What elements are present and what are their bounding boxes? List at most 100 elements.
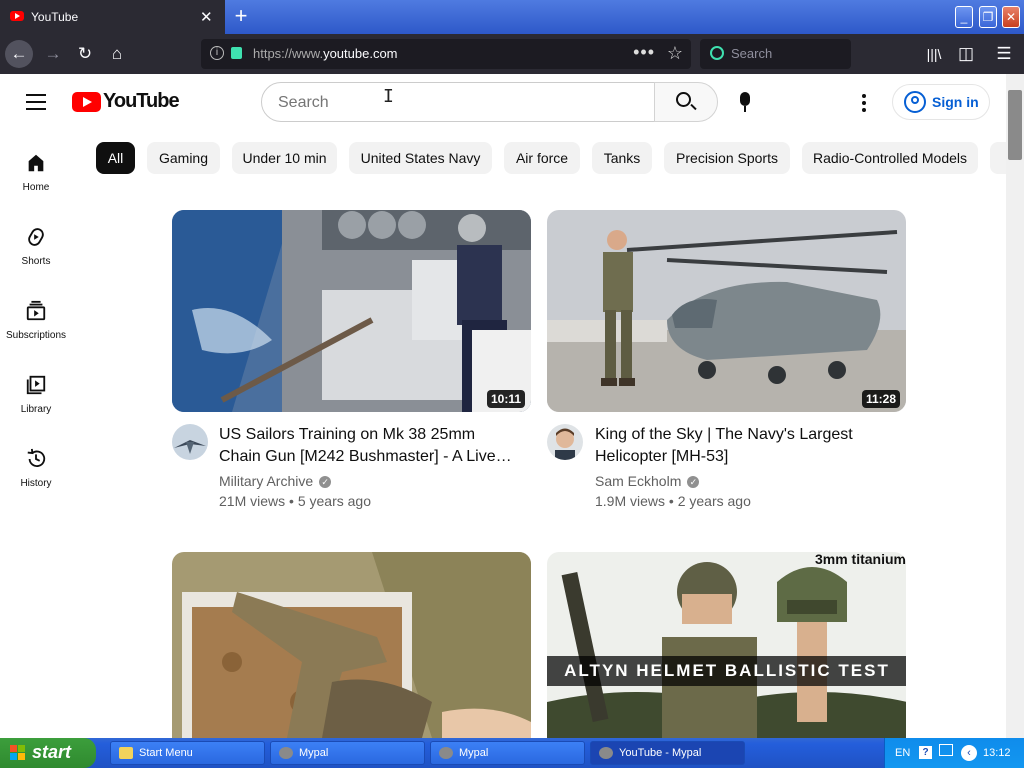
chip-all[interactable]: All [96,142,135,174]
sidebar-item-label: History [20,478,52,489]
chip-more[interactable] [990,142,1006,174]
video-thumbnail[interactable]: 10:11 [172,210,531,412]
bookmark-star-icon[interactable]: ☆ [667,43,683,64]
start-button[interactable]: start [0,738,96,768]
taskbar-button-start-menu[interactable]: Start Menu [110,741,265,765]
display-icon[interactable] [939,744,953,756]
video-thumbnail[interactable]: 11:28 [547,210,906,412]
reload-button[interactable]: ↻ [71,40,99,68]
video-thumbnail-image [172,552,531,738]
chip-under-10-min[interactable]: Under 10 min [232,142,337,174]
thumbnail-overlay-text: ALTYN HELMET BALLISTIC TEST [547,656,906,686]
channel-avatar-image [172,424,208,460]
restore-button[interactable]: ❐ [979,6,997,28]
video-title[interactable]: US Sailors Training on Mk 38 25mm Chain … [219,424,519,468]
history-icon [27,448,46,468]
page-actions-icon[interactable]: ••• [633,42,655,63]
sidebar-item-label: Home [22,182,50,193]
forward-button[interactable]: → [39,40,67,68]
account-icon [904,91,926,113]
sidebar-item-shorts[interactable]: Shorts [0,226,72,296]
microphone-icon[interactable] [740,92,750,112]
video-thumbnail[interactable]: ALTYN HELMET BALLISTIC TEST 3mm titanium [547,552,906,738]
upload-age: 2 years ago [677,493,751,509]
thumbnail-corner-text: 3mm titanium [814,552,906,567]
chip-precision-sports[interactable]: Precision Sports [664,142,790,174]
verified-icon: ✓ [319,476,332,489]
taskbar-button-mypal[interactable]: Mypal [430,741,585,765]
lock-icon [231,47,242,59]
chip-radio-controlled-models[interactable]: Radio-Controlled Models [802,142,978,174]
menu-icon[interactable]: ☰ [990,40,1018,68]
subscriptions-icon [26,300,46,321]
help-icon[interactable]: ? [919,746,932,759]
mypal-icon [279,747,293,759]
sidebar-item-home[interactable]: Home [0,152,72,222]
sidebar-item-subscriptions[interactable]: Subscriptions [0,300,72,370]
video-thumbnail[interactable] [172,552,531,738]
browser-search-placeholder: Search [731,46,773,61]
chip-united-states-navy[interactable]: United States Navy [349,142,492,174]
tab-youtube[interactable]: YouTube ✕ [0,0,225,34]
taskbar: start Start Menu Mypal Mypal YouTube - M… [0,738,1024,768]
taskbar-button-youtube-mypal[interactable]: YouTube - Mypal [590,741,745,765]
verified-icon: ✓ [687,476,700,489]
home-button[interactable]: ⌂ [103,40,131,68]
browser-search-box[interactable]: Search [700,39,851,69]
address-bar[interactable]: i https://www.youtube.com ••• ☆ [201,39,691,69]
youtube-favicon-icon [10,11,24,21]
channel-name[interactable]: Sam Eckholm ✓ [595,473,700,489]
taskbar-button-label: YouTube - Mypal [619,747,702,759]
info-icon[interactable]: i [210,46,224,60]
video-metadata: 21M views • 5 years ago [219,493,371,509]
sign-in-label: Sign in [932,94,979,110]
chip-air-force[interactable]: Air force [504,142,580,174]
library-icon [26,375,46,395]
library-icon[interactable]: |||\ [920,40,948,68]
window-close-button[interactable]: ✕ [1002,6,1020,28]
sidebar-toggle-icon[interactable]: ◫ [952,40,980,68]
taskbar-button-mypal[interactable]: Mypal [270,741,425,765]
page-scrollbar[interactable] [1006,74,1024,740]
chip-gaming[interactable]: Gaming [147,142,220,174]
video-title[interactable]: King of the Sky | The Navy's Largest Hel… [595,424,885,468]
channel-avatar[interactable] [547,424,583,460]
youtube-search-button[interactable] [654,82,718,122]
text-cursor-icon: I [383,86,394,107]
sidebar-item-label: Library [20,404,52,415]
search-icon [676,92,691,107]
guide-menu-icon[interactable] [26,94,46,110]
filter-chips-bar: All Gaming Under 10 min United States Na… [96,142,1006,174]
view-count: 21M views [219,493,286,509]
youtube-search-input[interactable]: Search [261,82,655,122]
channel-name[interactable]: Military Archive ✓ [219,473,332,489]
upload-age: 5 years ago [297,493,371,509]
settings-kebab-icon[interactable] [862,94,866,115]
channel-name-text: Military Archive [219,473,314,489]
taskbar-button-label: Mypal [459,747,489,759]
back-button[interactable]: ← [5,40,33,68]
browser-nav-bar: ← → ↻ ⌂ i https://www.youtube.com ••• ☆ … [0,34,1024,74]
sidebar-item-library[interactable]: Library [0,374,72,444]
view-count: 1.9M views [595,493,666,509]
browser-tab-bar: YouTube ✕ + _ ❐ ✕ [0,0,1024,34]
url-text: https://www.youtube.com [253,46,398,61]
chip-tanks[interactable]: Tanks [592,142,652,174]
youtube-header: YouTube Search I Sign in [0,74,1006,130]
sidebar-item-history[interactable]: History [0,448,72,518]
scrollbar-thumb[interactable] [1008,90,1022,160]
video-duration: 10:11 [486,390,525,408]
sidebar-item-label: Subscriptions [5,330,67,341]
new-tab-button[interactable]: + [231,5,251,27]
channel-name-text: Sam Eckholm [595,473,682,489]
video-thumbnail-image [172,210,531,412]
expand-tray-icon[interactable]: ‹ [961,745,977,761]
sign-in-button[interactable]: Sign in [892,84,990,120]
url-prefix: https://www. [253,46,324,61]
language-indicator[interactable]: EN [895,747,910,759]
channel-avatar[interactable] [172,424,208,460]
minimize-button[interactable]: _ [955,6,973,28]
search-engine-icon [710,46,724,60]
folder-icon [119,747,133,759]
tab-close-icon[interactable]: ✕ [200,8,213,26]
